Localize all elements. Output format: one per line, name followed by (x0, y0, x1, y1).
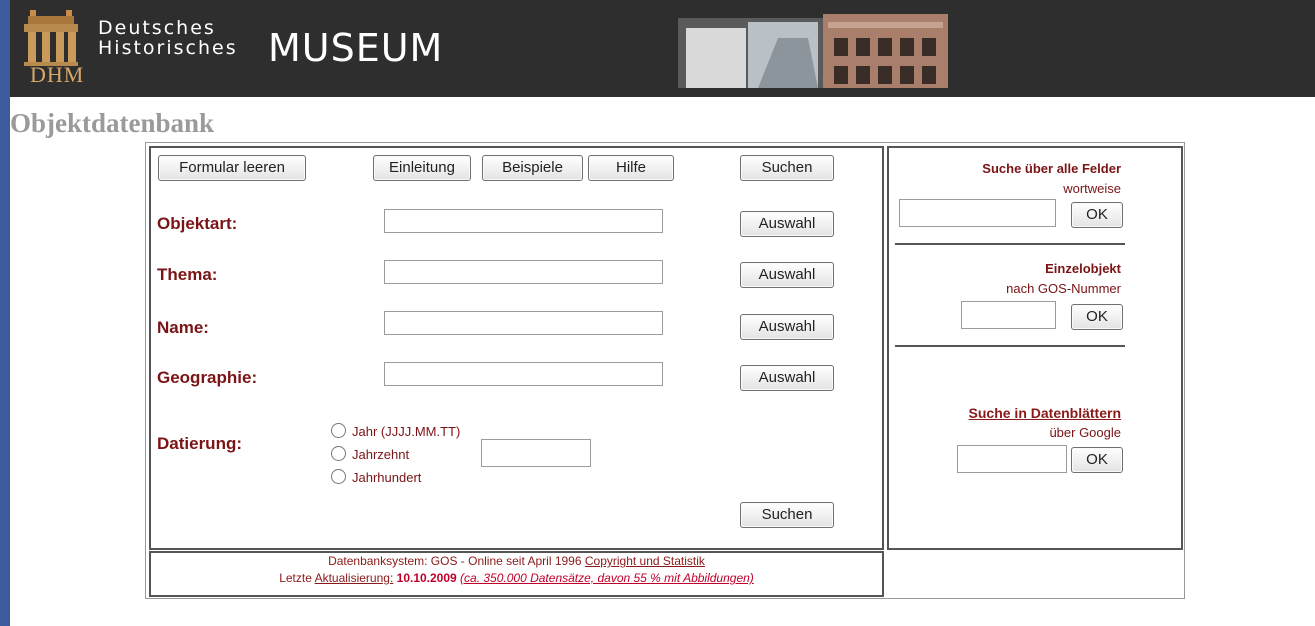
sheets-search-sub: über Google (1049, 425, 1121, 440)
side-search-panel: Suche über alle Felder wortweise OK Einz… (887, 146, 1183, 550)
building-photo (678, 8, 948, 88)
copyright-link[interactable]: Copyright und Statistik (585, 554, 705, 568)
footer-line-1: Datenbanksystem: GOS - Online seit April… (151, 553, 882, 570)
all-fields-ok-button[interactable]: OK (1071, 202, 1123, 228)
objektart-input[interactable] (384, 209, 663, 233)
objektart-label: Objektart: (157, 214, 238, 233)
search-button-bottom[interactable]: Suchen (740, 502, 834, 528)
update-link[interactable]: Aktualisierung: (315, 571, 394, 585)
dhm-logo[interactable]: DHM (20, 10, 85, 88)
page-title: Objektdatenbank (10, 108, 215, 138)
datierung-label: Datierung: (157, 434, 242, 453)
main-container: Formular leeren Einleitung Beispiele Hil… (145, 142, 1185, 599)
footer-system-text: Datenbanksystem: GOS - Online seit April… (328, 554, 582, 568)
logo-text: DHM (30, 62, 85, 87)
divider (895, 345, 1125, 347)
gos-number-input[interactable] (961, 301, 1056, 329)
radio-jahrzehnt-label: Jahrzehnt (352, 447, 410, 462)
examples-button[interactable]: Beispiele (482, 155, 583, 181)
all-fields-title: Suche über alle Felder (982, 161, 1121, 176)
name-input[interactable] (384, 311, 663, 335)
brand-museum: MUSEUM (268, 26, 444, 70)
geographie-label: Geographie: (157, 368, 258, 387)
page: DHM Deutsches Historisches MUSEUM Objekt… (10, 0, 1315, 626)
name-label: Name: (157, 318, 209, 337)
all-fields-sub: wortweise (1063, 181, 1121, 196)
radio-circle[interactable] (331, 469, 346, 484)
search-button-top[interactable]: Suchen (740, 155, 834, 181)
intro-button[interactable]: Einleitung (373, 155, 471, 181)
geographie-input[interactable] (384, 362, 663, 386)
records-info-link[interactable]: (ca. 350.000 Datensätze, davon 55 % mit … (460, 571, 754, 585)
footer: Datenbanksystem: GOS - Online seit April… (149, 551, 884, 597)
museum-brand[interactable]: Deutsches Historisches MUSEUM (98, 17, 442, 70)
radio-jahrzehnt[interactable]: Jahrzehnt (331, 446, 409, 464)
header-banner: DHM Deutsches Historisches MUSEUM (10, 0, 1315, 97)
clear-form-button[interactable]: Formular leeren (158, 155, 306, 181)
radio-circle[interactable] (331, 446, 346, 461)
radio-jahr[interactable]: Jahr (JJJJ.MM.TT) (331, 423, 460, 441)
geographie-select-button[interactable]: Auswahl (740, 365, 834, 391)
single-object-title: Einzelobjekt (1045, 261, 1121, 276)
brand-line-1: Deutsches (98, 17, 216, 39)
radio-jahrhundert-label: Jahrhundert (352, 470, 422, 485)
sheets-search-link[interactable]: Suche in Datenblättern (969, 405, 1121, 421)
help-button[interactable]: Hilfe (588, 155, 674, 181)
search-form: Formular leeren Einleitung Beispiele Hil… (149, 146, 884, 550)
thema-label: Thema: (157, 265, 218, 284)
gos-ok-button[interactable]: OK (1071, 304, 1123, 330)
all-fields-input[interactable] (899, 199, 1056, 227)
update-date: 10.10.2009 (396, 571, 457, 585)
thema-input[interactable] (384, 260, 663, 284)
datierung-input[interactable] (481, 439, 591, 467)
thema-select-button[interactable]: Auswahl (740, 262, 834, 288)
radio-jahr-label: Jahr (JJJJ.MM.TT) (352, 424, 461, 439)
objektart-select-button[interactable]: Auswahl (740, 211, 834, 237)
radio-jahrhundert[interactable]: Jahrhundert (331, 469, 421, 487)
google-search-input[interactable] (957, 445, 1067, 473)
divider (895, 243, 1125, 245)
footer-line-2: Letzte Aktualisierung: 10.10.2009 (ca. 3… (151, 570, 882, 587)
google-ok-button[interactable]: OK (1071, 447, 1123, 473)
brand-line-2: Historisches (98, 37, 238, 59)
name-select-button[interactable]: Auswahl (740, 314, 834, 340)
single-object-sub: nach GOS-Nummer (1006, 281, 1121, 296)
footer-last-text: Letzte (279, 571, 312, 585)
radio-circle[interactable] (331, 423, 346, 438)
